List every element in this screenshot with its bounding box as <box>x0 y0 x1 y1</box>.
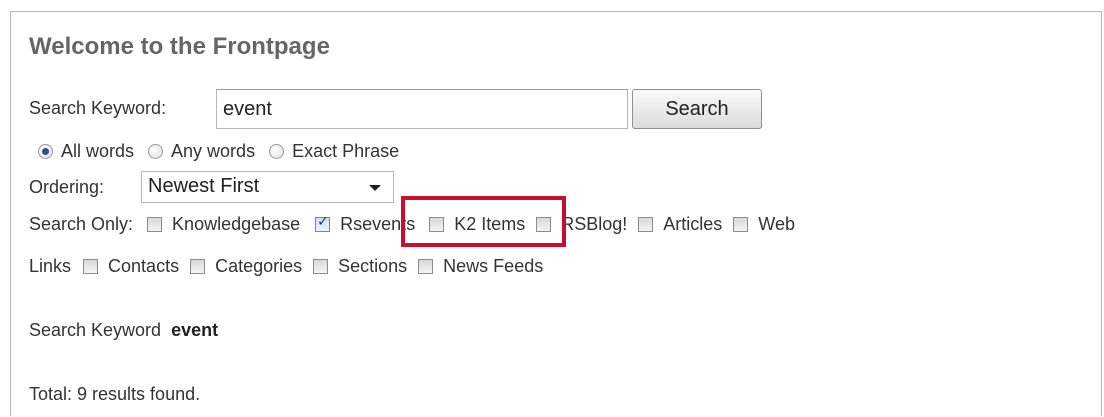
results-keyword-value: event <box>171 320 219 340</box>
results-total: Total: 9 results found. <box>29 384 201 404</box>
checkbox-rsblog-label: RSBlog! <box>561 214 628 234</box>
checkbox-sections-label: Sections <box>338 256 408 276</box>
checkbox-articles[interactable] <box>638 217 654 232</box>
radio-exact-phrase-label: Exact Phrase <box>292 141 400 161</box>
checkbox-rsevents[interactable] <box>315 214 331 232</box>
search-button[interactable]: Search <box>632 89 762 129</box>
search-only-row-2: Links Contacts Categories Sections News … <box>29 256 554 277</box>
results-keyword-prefix: Search Keyword <box>29 320 162 340</box>
checkbox-categories-label: Categories <box>215 256 303 276</box>
checkbox-contacts[interactable] <box>83 259 99 274</box>
radio-any-words[interactable] <box>148 144 164 159</box>
checkbox-sections[interactable] <box>313 259 329 274</box>
highlight-box <box>401 196 566 247</box>
results-keyword-line: Search Keyword event <box>29 320 218 341</box>
radio-all-words[interactable] <box>38 144 53 159</box>
radio-all-words-label: All words <box>61 141 135 161</box>
checkbox-categories[interactable] <box>190 259 206 274</box>
checkbox-web-links-label-part1: Web <box>758 214 795 234</box>
checkbox-knowledgebase-label: Knowledgebase <box>172 214 301 234</box>
checkbox-knowledgebase[interactable] <box>147 217 163 232</box>
checkbox-contacts-label: Contacts <box>108 256 180 276</box>
checkbox-articles-label: Articles <box>663 214 723 234</box>
checkbox-web-links-label-part2: Links <box>29 256 72 276</box>
search-keyword-row: Search Keyword: <box>29 98 166 119</box>
match-mode-group: All words Any words Exact Phrase <box>38 141 413 162</box>
ordering-selected-value: Newest First <box>148 175 260 197</box>
search-input[interactable] <box>216 89 628 129</box>
checkbox-news-feeds[interactable] <box>418 259 434 274</box>
radio-any-words-label: Any words <box>171 141 256 161</box>
ordering-label: Ordering: <box>29 177 105 197</box>
checkbox-web-links[interactable] <box>733 217 749 232</box>
ordering-row: Ordering: <box>29 177 104 198</box>
ordering-select[interactable]: Newest First <box>141 171 394 203</box>
page-title: Welcome to the Frontpage <box>29 33 330 60</box>
checkbox-news-feeds-label: News Feeds <box>443 256 544 276</box>
chevron-down-icon <box>369 185 381 191</box>
search-keyword-label: Search Keyword: <box>29 98 167 118</box>
search-only-label: Search Only: <box>29 214 134 234</box>
radio-exact-phrase[interactable] <box>269 144 285 159</box>
